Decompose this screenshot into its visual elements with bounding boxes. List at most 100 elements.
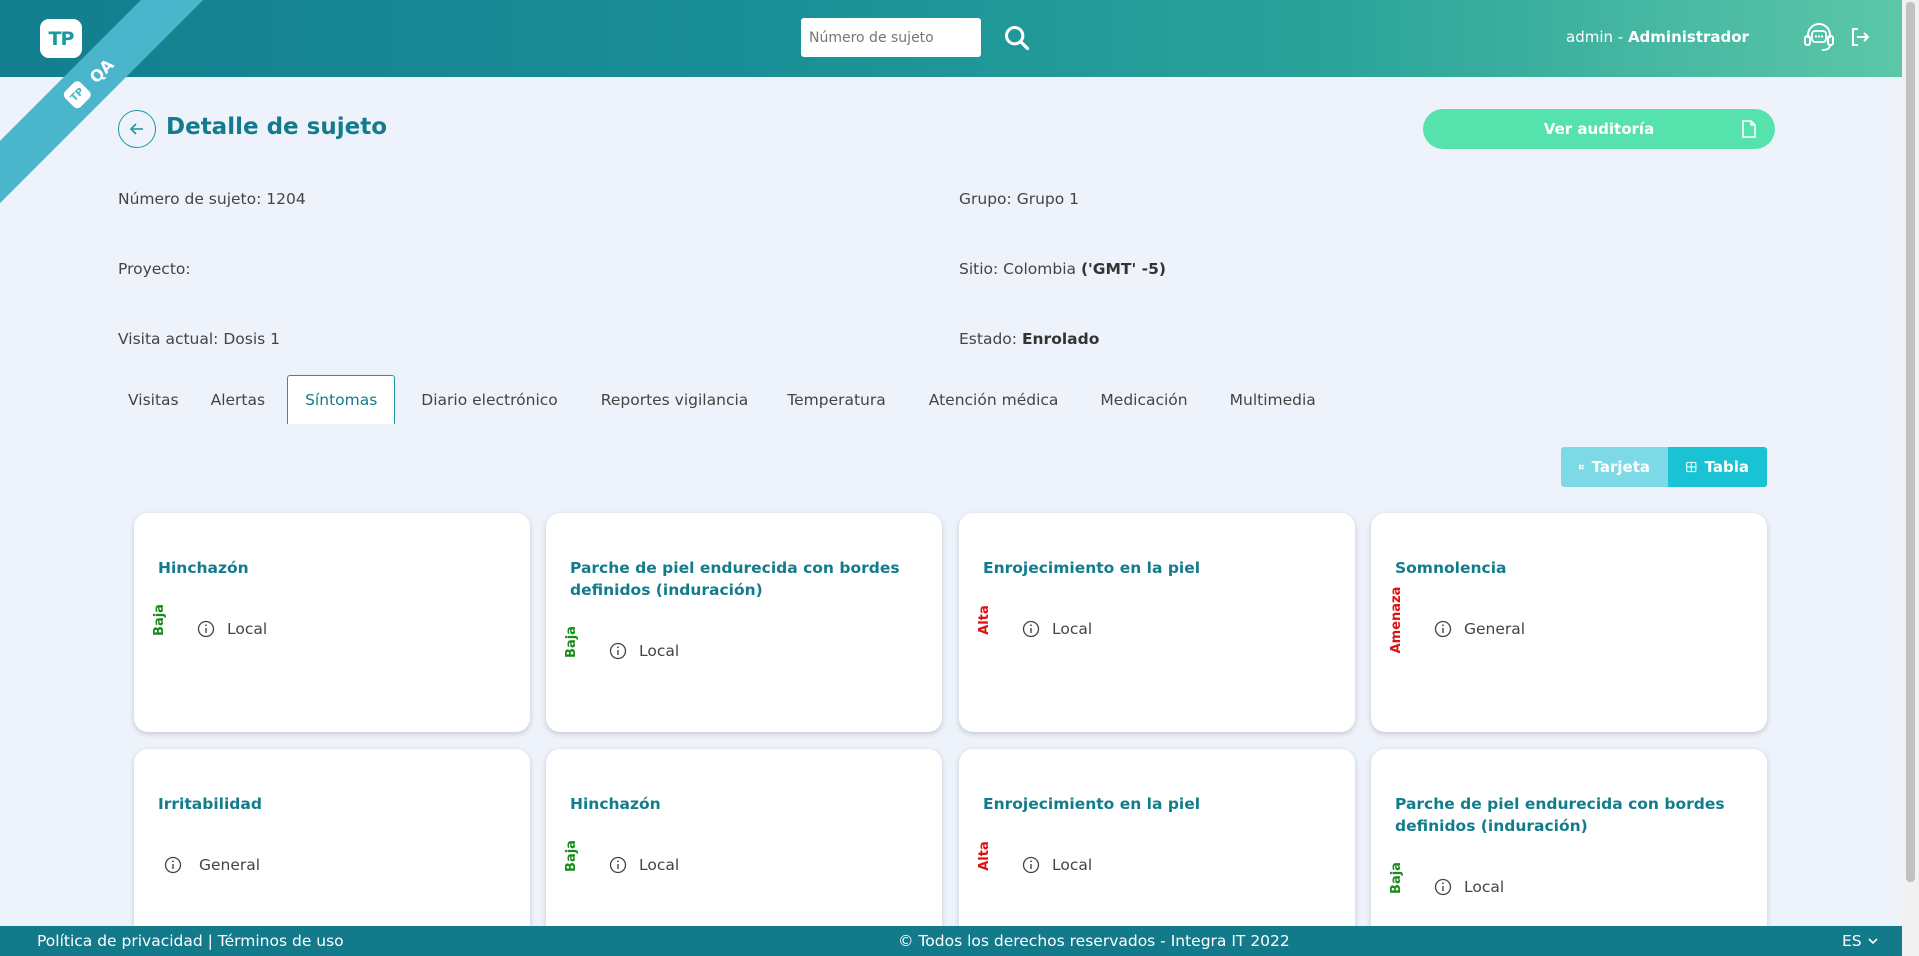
group-value: Grupo 1 — [1016, 190, 1080, 208]
severity-label: Baja — [563, 840, 579, 872]
visit-label: Visita actual: — [118, 330, 219, 348]
app-logo[interactable]: TP — [40, 19, 82, 58]
view-audit-label: Ver auditoría — [1543, 120, 1655, 138]
logout-icon[interactable] — [1848, 25, 1872, 49]
symptom-title: Enrojecimiento en la piel — [983, 795, 1201, 813]
tab-temperatura[interactable]: Temperatura — [765, 375, 908, 424]
visit-value: Dosis 1 — [223, 330, 281, 348]
arrow-left-icon — [129, 123, 143, 135]
symptom-card[interactable]: Somnolencia Amenaza General — [1371, 513, 1767, 732]
symptom-card[interactable]: Parche de piel endurecida con bordes def… — [1371, 749, 1767, 956]
severity-label: Baja — [151, 604, 167, 636]
severity-label: Baja — [1388, 862, 1404, 894]
symptom-card[interactable]: Parche de piel endurecida con bordes def… — [546, 513, 942, 732]
scrollbar-thumb[interactable] — [1906, 2, 1915, 882]
info-icon[interactable] — [609, 856, 627, 874]
page-scrollbar[interactable] — [1902, 0, 1919, 956]
subject-tabs: Visitas Alertas Síntomas Diario electrón… — [118, 375, 1337, 424]
symptom-title: Hinchazón — [570, 795, 661, 813]
subject-site: Sitio: Colombia ('GMT' -5) — [959, 260, 1166, 278]
tab-visitas[interactable]: Visitas — [118, 375, 189, 424]
symptom-title: Hinchazón — [158, 559, 249, 577]
footer-separator: | — [202, 932, 218, 950]
language-selector[interactable]: ES — [1842, 932, 1878, 950]
symptom-title: Irritabilidad — [158, 795, 262, 813]
info-icon[interactable] — [1434, 620, 1452, 638]
top-bar: TP admin - Administrador — [0, 0, 1902, 77]
symptom-card[interactable]: Hinchazón Baja Local — [134, 513, 530, 732]
severity-label: Alta — [976, 841, 992, 871]
severity-label: Baja — [563, 626, 579, 658]
terms-of-use-link[interactable]: Términos de uso — [218, 932, 344, 950]
site-value: Colombia — [1003, 260, 1077, 278]
subject-project: Proyecto: — [118, 260, 191, 278]
language-code: ES — [1842, 932, 1862, 950]
table-view-button[interactable]: Tabla — [1668, 447, 1767, 487]
symptom-card[interactable]: Enrojecimiento en la piel Alta Local — [959, 749, 1355, 956]
symptom-card[interactable]: Irritabilidad General — [134, 749, 530, 956]
subject-number-value: 1204 — [266, 190, 306, 208]
state-value: Enrolado — [1021, 330, 1100, 348]
card-view-label: Tarjeta — [1591, 458, 1650, 476]
grid-icon — [1579, 464, 1584, 470]
subject-group: Grupo: Grupo 1 — [959, 190, 1079, 208]
symptom-type: Local — [227, 620, 268, 638]
tab-alertas[interactable]: Alertas — [189, 375, 287, 424]
support-headset-icon[interactable] — [1802, 20, 1836, 54]
info-icon[interactable] — [1434, 878, 1452, 896]
site-timezone: ('GMT' -5) — [1080, 260, 1166, 278]
document-icon — [1742, 120, 1756, 138]
view-audit-button[interactable]: Ver auditoría — [1423, 109, 1775, 149]
ribbon-logo: TP — [61, 79, 93, 111]
tab-reportes-vigilancia[interactable]: Reportes vigilancia — [584, 375, 766, 424]
copyright-text: © Todos los derechos reservados - Integr… — [898, 932, 1290, 950]
symptom-type: Local — [639, 642, 680, 660]
chevron-down-icon — [1868, 938, 1878, 945]
table-icon — [1686, 461, 1697, 473]
state-label: Estado: — [959, 330, 1017, 348]
environment-label: QA — [85, 54, 118, 87]
table-view-label: Tabla — [1704, 458, 1749, 476]
group-label: Grupo: — [959, 190, 1012, 208]
tab-diario-electronico[interactable]: Diario electrónico — [395, 375, 583, 424]
user-name: admin — [1566, 28, 1613, 46]
tab-atencion-medica[interactable]: Atención médica — [908, 375, 1080, 424]
back-button[interactable] — [118, 110, 156, 148]
view-toggle: Tarjeta Tabla — [1561, 447, 1767, 487]
symptom-type: General — [199, 856, 261, 874]
info-icon[interactable] — [1022, 620, 1040, 638]
tab-multimedia[interactable]: Multimedia — [1209, 375, 1337, 424]
page-title: Detalle de sujeto — [166, 114, 387, 140]
symptom-type: Local — [1052, 620, 1093, 638]
symptom-title: Enrojecimiento en la piel — [983, 559, 1201, 577]
tab-medicacion[interactable]: Medicación — [1079, 375, 1208, 424]
subject-number-label: Número de sujeto: — [118, 190, 262, 208]
info-icon[interactable] — [609, 642, 627, 660]
info-icon[interactable] — [197, 620, 215, 638]
severity-label: Amenaza — [1388, 586, 1404, 654]
user-info: admin - Administrador — [1566, 28, 1749, 46]
symptom-card[interactable]: Hinchazón Baja Local — [546, 749, 942, 956]
project-label: Proyecto: — [118, 260, 191, 278]
tab-sintomas[interactable]: Síntomas — [287, 375, 396, 424]
severity-label: Alta — [976, 605, 992, 635]
search-icon[interactable] — [1003, 24, 1031, 52]
card-view-button[interactable]: Tarjeta — [1561, 447, 1668, 487]
symptom-title: Parche de piel endurecida con bordes def… — [570, 559, 900, 599]
subject-search-input[interactable] — [801, 18, 981, 57]
symptom-card[interactable]: Enrojecimiento en la piel Alta Local — [959, 513, 1355, 732]
user-role: Administrador — [1627, 28, 1749, 46]
privacy-policy-link[interactable]: Política de privacidad — [37, 932, 203, 950]
user-separator: - — [1613, 28, 1628, 46]
info-icon[interactable] — [164, 856, 182, 874]
info-icon[interactable] — [1022, 856, 1040, 874]
symptom-type: Local — [639, 856, 680, 874]
symptom-title: Somnolencia — [1395, 559, 1507, 577]
footer: Política de privacidad | Términos de uso… — [0, 926, 1902, 956]
site-label: Sitio: — [959, 260, 999, 278]
subject-visit: Visita actual: Dosis 1 — [118, 330, 280, 348]
subject-state: Estado: Enrolado — [959, 330, 1099, 348]
symptom-type: Local — [1464, 878, 1505, 896]
symptom-title: Parche de piel endurecida con bordes def… — [1395, 795, 1725, 835]
symptom-type: Local — [1052, 856, 1093, 874]
